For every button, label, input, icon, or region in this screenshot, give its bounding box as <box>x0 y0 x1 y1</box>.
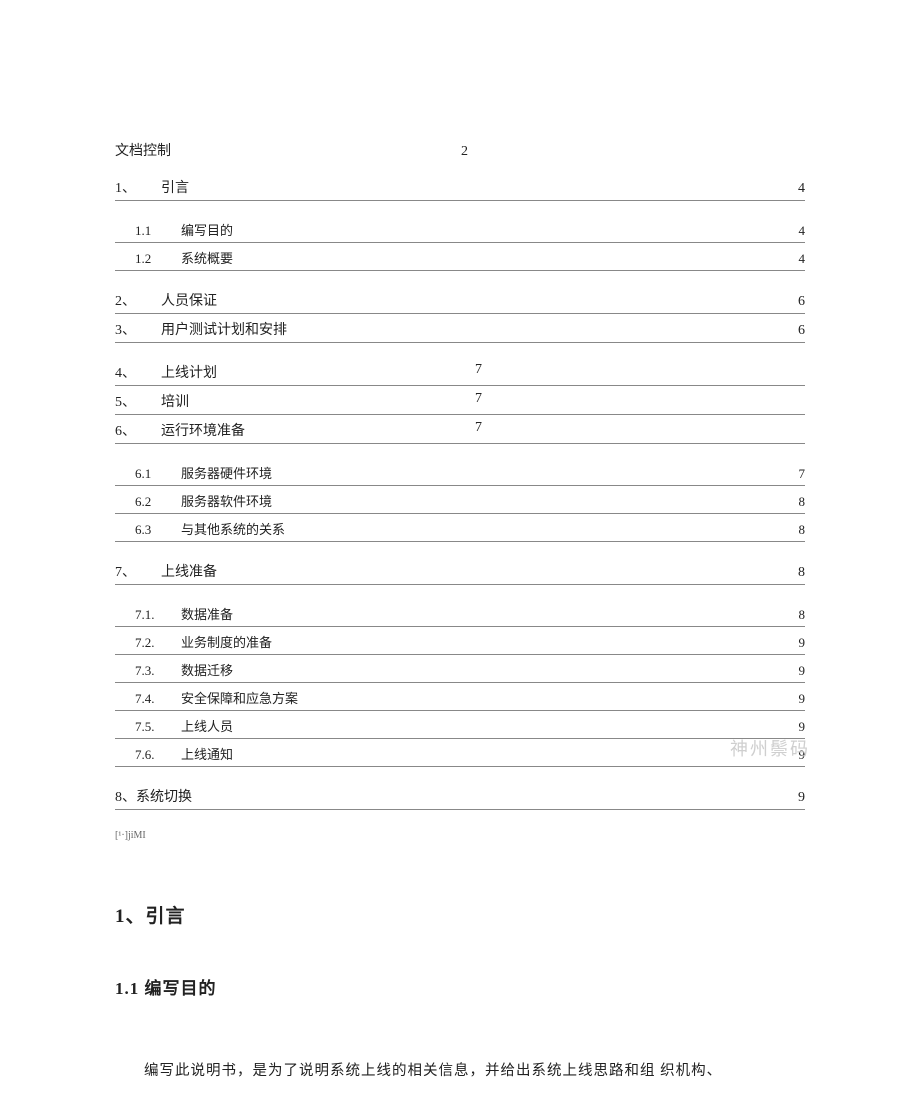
toc-number: 4、 <box>115 362 161 382</box>
toc-row: 7、上线准备 8 <box>115 556 805 585</box>
toc-title: 安全保障和应急方案 <box>181 688 298 707</box>
toc-row: 1.2系统概要 4 <box>115 243 805 271</box>
toc-row: 4、上线计划 7 <box>115 357 805 386</box>
toc-title: 运行环境准备 <box>161 420 245 440</box>
toc-number: 8、 <box>115 786 136 806</box>
toc-page: 9 <box>798 790 805 806</box>
toc-header: 文档控制 2 <box>115 140 805 160</box>
toc-page: 4 <box>799 223 806 239</box>
toc-row: 6.3与其他系统的关系 8 <box>115 514 805 542</box>
toc-page: 4 <box>798 181 805 197</box>
toc-page: 6 <box>798 323 805 339</box>
toc-row: 7.2.业务制度的准备 9 <box>115 627 805 655</box>
toc-number: 6.2 <box>135 494 181 510</box>
toc-title: 编写目的 <box>181 220 233 239</box>
toc-page: 7 <box>475 391 482 407</box>
toc-title: 服务器软件环境 <box>181 491 272 510</box>
toc-page: 8 <box>799 494 806 510</box>
toc-title: 与其他系统的关系 <box>181 519 285 538</box>
toc-page: 8 <box>798 565 805 581</box>
toc-title: 数据准备 <box>181 604 233 623</box>
toc-number: 7.6. <box>135 747 181 763</box>
toc-page: 9 <box>799 635 806 651</box>
toc-row: 7.6.上线通知9 <box>115 739 805 767</box>
table-of-contents: 1、引言 4 1.1编写目的 4 1.2系统概要 4 2、人员保证 6 3、用户测试计划和安排 6… <box>115 172 805 810</box>
toc-number: 7.1. <box>135 607 181 623</box>
toc-title: 服务器硬件环境 <box>181 463 272 482</box>
toc-page: 4 <box>799 251 806 267</box>
toc-number: 6.3 <box>135 522 181 538</box>
toc-title: 上线人员 <box>181 716 233 735</box>
toc-title: 用户测试计划和安排 <box>161 319 287 339</box>
toc-page: 7 <box>475 362 482 378</box>
toc-row: 7.5.上线人员 9 <box>115 711 805 739</box>
toc-row: 3、用户测试计划和安排 6 <box>115 314 805 343</box>
toc-number: 1.1 <box>135 223 181 239</box>
toc-number: 1、 <box>115 177 161 197</box>
toc-title: 引言 <box>161 177 189 197</box>
toc-title: 数据迁移 <box>181 660 233 679</box>
toc-page: 9 <box>799 663 806 679</box>
toc-row: 7.4.安全保障和应急方案 9 <box>115 683 805 711</box>
toc-title: 上线通知 <box>181 744 233 763</box>
toc-number: 3、 <box>115 319 161 339</box>
footnote: [¹·]jiMI <box>115 830 805 841</box>
toc-header-label: 文档控制 <box>115 140 171 160</box>
toc-title: 上线计划 <box>161 362 217 382</box>
toc-number: 2、 <box>115 290 161 310</box>
toc-row: 7.1.数据准备 8 <box>115 599 805 627</box>
toc-number: 7.3. <box>135 663 181 679</box>
toc-title: 培训 <box>161 391 189 411</box>
toc-title: 业务制度的准备 <box>181 632 272 651</box>
toc-title: 上线准备 <box>161 561 217 581</box>
body-paragraph: 编写此说明书，是为了说明系统上线的相关信息，并给出系统上线思路和组 织机构、 <box>115 1057 805 1086</box>
toc-row: 6.2服务器软件环境 8 <box>115 486 805 514</box>
toc-number: 7.5. <box>135 719 181 735</box>
toc-row: 2、人员保证 6 <box>115 285 805 314</box>
toc-number: 7、 <box>115 561 161 581</box>
toc-row: 5、培训 7 <box>115 386 805 415</box>
toc-title: 人员保证 <box>161 290 217 310</box>
toc-number: 5、 <box>115 391 161 411</box>
toc-row: 6、运行环境准备 7 <box>115 415 805 444</box>
toc-row: 1、引言 4 <box>115 172 805 201</box>
toc-row: 1.1编写目的 4 <box>115 215 805 243</box>
toc-page: 8 <box>799 607 806 623</box>
toc-page: 8 <box>799 522 806 538</box>
toc-row: 7.3.数据迁移 9 <box>115 655 805 683</box>
toc-header-page: 2 <box>461 144 468 160</box>
toc-row: 8、系统切换 9 <box>115 781 805 810</box>
toc-number: 6、 <box>115 420 161 440</box>
toc-number: 6.1 <box>135 466 181 482</box>
document-page: 文档控制 2 1、引言41.1编写目的41.2系统概要42、人员保证63、用户测… <box>0 0 920 1116</box>
toc-number: 1.2 <box>135 251 181 267</box>
watermark: 神州鬃码 <box>730 735 810 761</box>
toc-title: 系统概要 <box>181 248 233 267</box>
toc-row: 6.1服务器硬件环境 7 <box>115 458 805 486</box>
toc-number: 7.2. <box>135 635 181 651</box>
toc-number: 7.4. <box>135 691 181 707</box>
section-1-1-heading: 1.1 编写目的 <box>115 974 805 999</box>
section-1-heading: 1、引言 <box>115 901 805 928</box>
toc-page: 9 <box>799 691 806 707</box>
toc-page: 7 <box>475 420 482 436</box>
toc-page: 9 <box>799 719 806 735</box>
toc-title: 系统切换 <box>136 786 192 806</box>
toc-page: 7 <box>799 466 806 482</box>
toc-page: 6 <box>798 294 805 310</box>
